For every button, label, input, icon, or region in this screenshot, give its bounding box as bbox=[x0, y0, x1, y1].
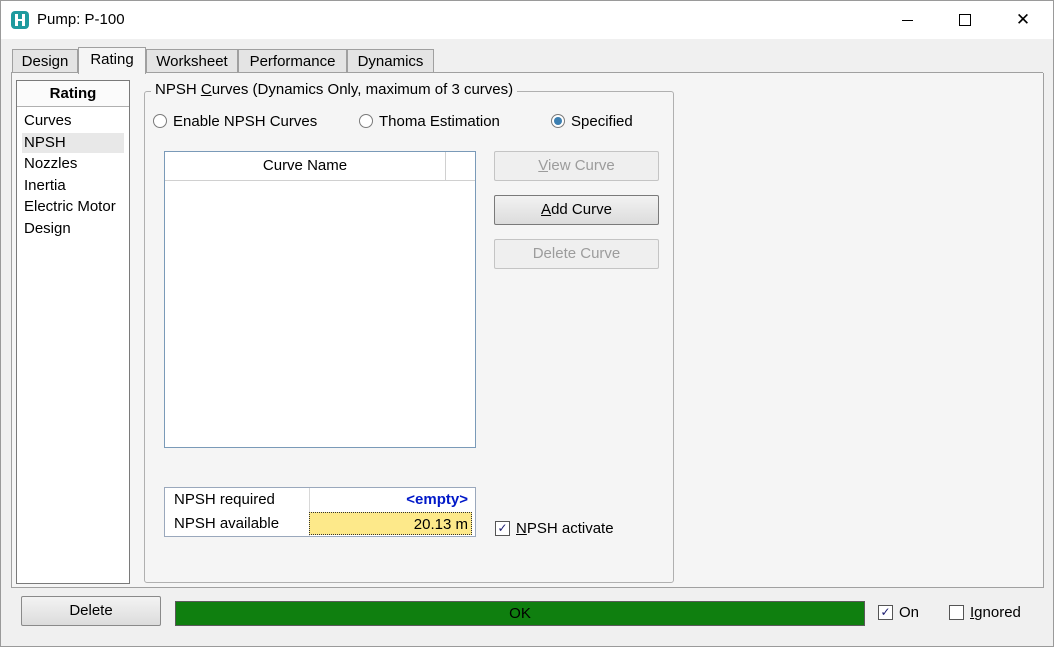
delete-button[interactable]: Delete bbox=[21, 596, 161, 626]
nav-header: Rating bbox=[17, 81, 129, 107]
maximize-icon bbox=[959, 14, 971, 26]
window-title: Pump: P-100 bbox=[37, 11, 125, 28]
npsh-available-value[interactable]: 20.13 m bbox=[309, 512, 472, 535]
enable-npsh-curves-radio[interactable] bbox=[153, 114, 167, 128]
tab-design[interactable]: Design bbox=[12, 49, 78, 73]
pump-property-window: Pump: P-100 ✕ Design Rating Worksheet Pe… bbox=[0, 0, 1054, 647]
npsh-available-label: NPSH available bbox=[174, 515, 280, 532]
npsh-curves-group-title: NPSH Curves (Dynamics Only, maximum of 3… bbox=[151, 81, 518, 98]
nav-item-npsh[interactable]: NPSH bbox=[22, 133, 124, 153]
enable-npsh-curves-label[interactable]: Enable NPSH Curves bbox=[173, 113, 317, 130]
nav-item-design[interactable]: Design bbox=[24, 219, 71, 239]
minimize-button[interactable] bbox=[878, 1, 936, 39]
close-button[interactable]: ✕ bbox=[994, 1, 1052, 39]
tab-dynamics[interactable]: Dynamics bbox=[347, 49, 434, 73]
thoma-estimation-label[interactable]: Thoma Estimation bbox=[379, 113, 500, 130]
tab-rating[interactable]: Rating bbox=[78, 47, 146, 74]
nav-item-inertia[interactable]: Inertia bbox=[24, 176, 66, 196]
nav-item-electric-motor[interactable]: Electric Motor bbox=[24, 197, 116, 217]
thoma-estimation-radio[interactable] bbox=[359, 114, 373, 128]
npsh-required-row: NPSH required <empty> bbox=[165, 488, 475, 512]
nav-item-nozzles[interactable]: Nozzles bbox=[24, 154, 77, 174]
tab-performance[interactable]: Performance bbox=[238, 49, 347, 73]
curve-list[interactable]: Curve Name bbox=[164, 151, 476, 448]
npsh-available-row: NPSH available 20.13 m bbox=[165, 512, 475, 536]
ignored-label[interactable]: Ignored bbox=[970, 604, 1021, 621]
maximize-button[interactable] bbox=[936, 1, 994, 39]
npsh-activate-checkbox[interactable]: ✓ bbox=[495, 521, 510, 536]
npsh-values-table: NPSH required <empty> NPSH available 20.… bbox=[164, 487, 476, 537]
curve-list-header: Curve Name bbox=[165, 152, 475, 181]
curve-name-column-header[interactable]: Curve Name bbox=[165, 152, 446, 180]
app-logo-icon bbox=[11, 11, 29, 29]
view-curve-button[interactable]: View Curve bbox=[494, 151, 659, 181]
specified-label[interactable]: Specified bbox=[571, 113, 633, 130]
status-bar: OK bbox=[175, 601, 865, 626]
ignored-checkbox[interactable] bbox=[949, 605, 964, 620]
tab-worksheet[interactable]: Worksheet bbox=[146, 49, 238, 73]
npsh-activate-label[interactable]: NPSH activate bbox=[516, 520, 614, 537]
specified-radio[interactable] bbox=[551, 114, 565, 128]
on-checkbox[interactable]: ✓ bbox=[878, 605, 893, 620]
delete-curve-button[interactable]: Delete Curve bbox=[494, 239, 659, 269]
nav-item-curves[interactable]: Curves bbox=[24, 111, 72, 131]
close-icon: ✕ bbox=[1015, 10, 1031, 29]
rating-nav-list: Rating Curves NPSH Nozzles Inertia Elect… bbox=[16, 80, 130, 584]
title-bar: Pump: P-100 ✕ bbox=[1, 1, 1053, 39]
npsh-required-label: NPSH required bbox=[174, 491, 275, 508]
on-label[interactable]: On bbox=[899, 604, 919, 621]
add-curve-button[interactable]: Add Curve bbox=[494, 195, 659, 225]
minimize-icon bbox=[901, 19, 913, 21]
npsh-required-value[interactable]: <empty> bbox=[309, 488, 472, 511]
